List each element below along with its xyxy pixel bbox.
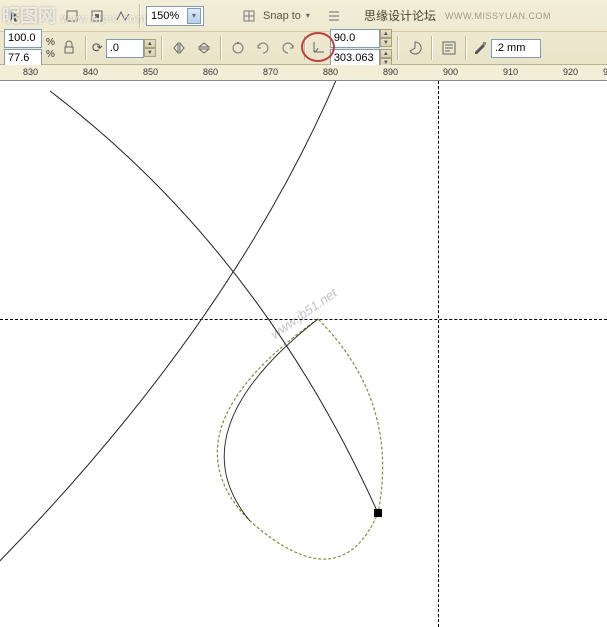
tool-button-a[interactable] bbox=[62, 5, 84, 27]
drawing-canvas[interactable]: www.jb51.net bbox=[0, 81, 607, 627]
tool-button-misc1[interactable] bbox=[4, 5, 26, 27]
ruler-tick: 850 bbox=[143, 67, 158, 77]
ruler-tick: 910 bbox=[503, 67, 518, 77]
ruler-tick: 880 bbox=[323, 67, 338, 77]
ruler-tick: 920 bbox=[563, 67, 578, 77]
pct-label-2: % bbox=[46, 49, 55, 60]
zoom-value-text: 150% bbox=[151, 10, 179, 22]
outline-width-input[interactable] bbox=[491, 39, 541, 58]
toolbar-separator bbox=[161, 36, 163, 60]
mirror-h-button[interactable] bbox=[168, 37, 190, 59]
forum-label: 思缘设计论坛 bbox=[364, 7, 436, 24]
toolbar-separator bbox=[465, 36, 467, 60]
lock-icon bbox=[61, 40, 77, 56]
ruler-tick: 840 bbox=[83, 67, 98, 77]
ruler-tick: 830 bbox=[23, 67, 38, 77]
toolbar-row-top: 150% ▾ Snap to ▾ 思缘设计论坛 WWW.MISSYUAN.COM bbox=[0, 0, 607, 32]
zoom-dropdown-button[interactable]: ▾ bbox=[187, 8, 201, 24]
horizontal-ruler[interactable]: 830 840 850 860 870 880 890 900 910 920 … bbox=[0, 65, 607, 81]
wrap-text-button[interactable] bbox=[438, 37, 460, 59]
rotate-mode-c[interactable] bbox=[277, 37, 299, 59]
ruler-tick: 890 bbox=[383, 67, 398, 77]
toolbar-separator bbox=[431, 36, 433, 60]
scale-input-group bbox=[4, 29, 42, 68]
toolbar-row-bottom: % % ⟳ ▲▼ ▲▼ ▲▼ bbox=[0, 32, 607, 64]
zoom-select[interactable]: 150% ▾ bbox=[146, 6, 204, 26]
pointer-icon bbox=[7, 8, 23, 24]
toolbar-separator bbox=[397, 36, 399, 60]
toolbar-separator bbox=[220, 36, 222, 60]
pct-label-1: % bbox=[46, 37, 55, 48]
rotation-angle-input[interactable] bbox=[106, 39, 144, 58]
snap-label: Snap to bbox=[263, 10, 301, 22]
scale-x-input[interactable] bbox=[4, 29, 42, 48]
rotation-icon: ⟳ bbox=[92, 40, 103, 56]
toolbar-separator bbox=[85, 36, 87, 60]
rotate-mode-b[interactable] bbox=[252, 37, 274, 59]
vector-artwork bbox=[0, 81, 607, 627]
petal-edge bbox=[224, 319, 318, 521]
toolbar-separator bbox=[139, 4, 141, 28]
rotate-mode-a[interactable] bbox=[227, 37, 249, 59]
ruler-tick: 870 bbox=[263, 67, 278, 77]
angle-value-input[interactable] bbox=[330, 29, 380, 48]
lock-aspect-button[interactable] bbox=[58, 37, 80, 59]
main-toolbar: 150% ▾ Snap to ▾ 思缘设计论坛 WWW.MISSYUAN.COM… bbox=[0, 0, 607, 65]
mirror-v-button[interactable] bbox=[193, 37, 215, 59]
options-button[interactable] bbox=[324, 5, 346, 27]
ruler-tick: 9 bbox=[603, 67, 607, 77]
angle-value-spinner[interactable]: ▲▼ bbox=[380, 29, 392, 47]
forum-url: WWW.MISSYUAN.COM bbox=[445, 11, 551, 21]
curve-main-left bbox=[0, 81, 340, 581]
node-handle[interactable] bbox=[374, 509, 382, 517]
snap-button[interactable] bbox=[238, 5, 260, 27]
toolbar-separator bbox=[304, 36, 306, 60]
pct-labels: % % bbox=[45, 37, 55, 60]
angle-icon bbox=[311, 39, 327, 58]
tool-button-b[interactable] bbox=[87, 5, 109, 27]
ruler-tick: 900 bbox=[443, 67, 458, 77]
rotation-spinner[interactable]: ▲▼ bbox=[144, 39, 156, 57]
pie-button[interactable] bbox=[404, 37, 426, 59]
outline-pen-icon bbox=[472, 39, 488, 58]
curve-main-right bbox=[50, 91, 378, 513]
ruler-tick: 860 bbox=[203, 67, 218, 77]
tool-button-c[interactable] bbox=[112, 5, 134, 27]
petal-selection bbox=[217, 319, 382, 559]
